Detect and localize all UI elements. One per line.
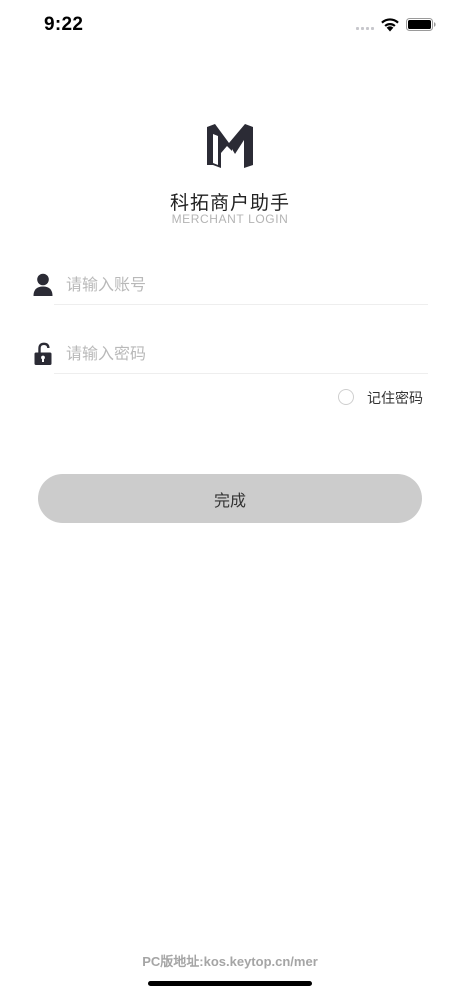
cellular-signal-icon [356,27,378,31]
password-input[interactable] [66,334,426,372]
account-divider [54,304,428,305]
account-field [30,265,428,305]
battery-icon [406,18,436,31]
status-time: 9:22 [44,14,84,35]
unlock-icon [34,342,52,365]
app-title: 科拓商户助手 [169,192,290,214]
wifi-icon [381,18,399,32]
status-bar: 9:22 [0,0,460,50]
submit-button[interactable]: 完成 [38,474,422,523]
merchant-logo-icon [207,124,253,168]
remember-checkbox[interactable] [338,389,354,405]
app-subtitle: MERCHANT LOGIN [171,212,289,226]
pc-address-text: PC版地址:kos.keytop.cn/mer [142,954,318,969]
home-indicator[interactable] [148,981,312,986]
user-icon [33,273,53,296]
login-screen: 9:22 科拓商户助手 MERCHANT LOGIN 请输入账号 记住密码 完成… [0,0,460,996]
account-input[interactable] [66,265,426,303]
remember-password-label: 记住密码 [367,391,423,407]
remember-password-toggle[interactable]: 记住密码 [338,387,430,409]
password-field [30,334,428,374]
password-divider [54,373,428,374]
